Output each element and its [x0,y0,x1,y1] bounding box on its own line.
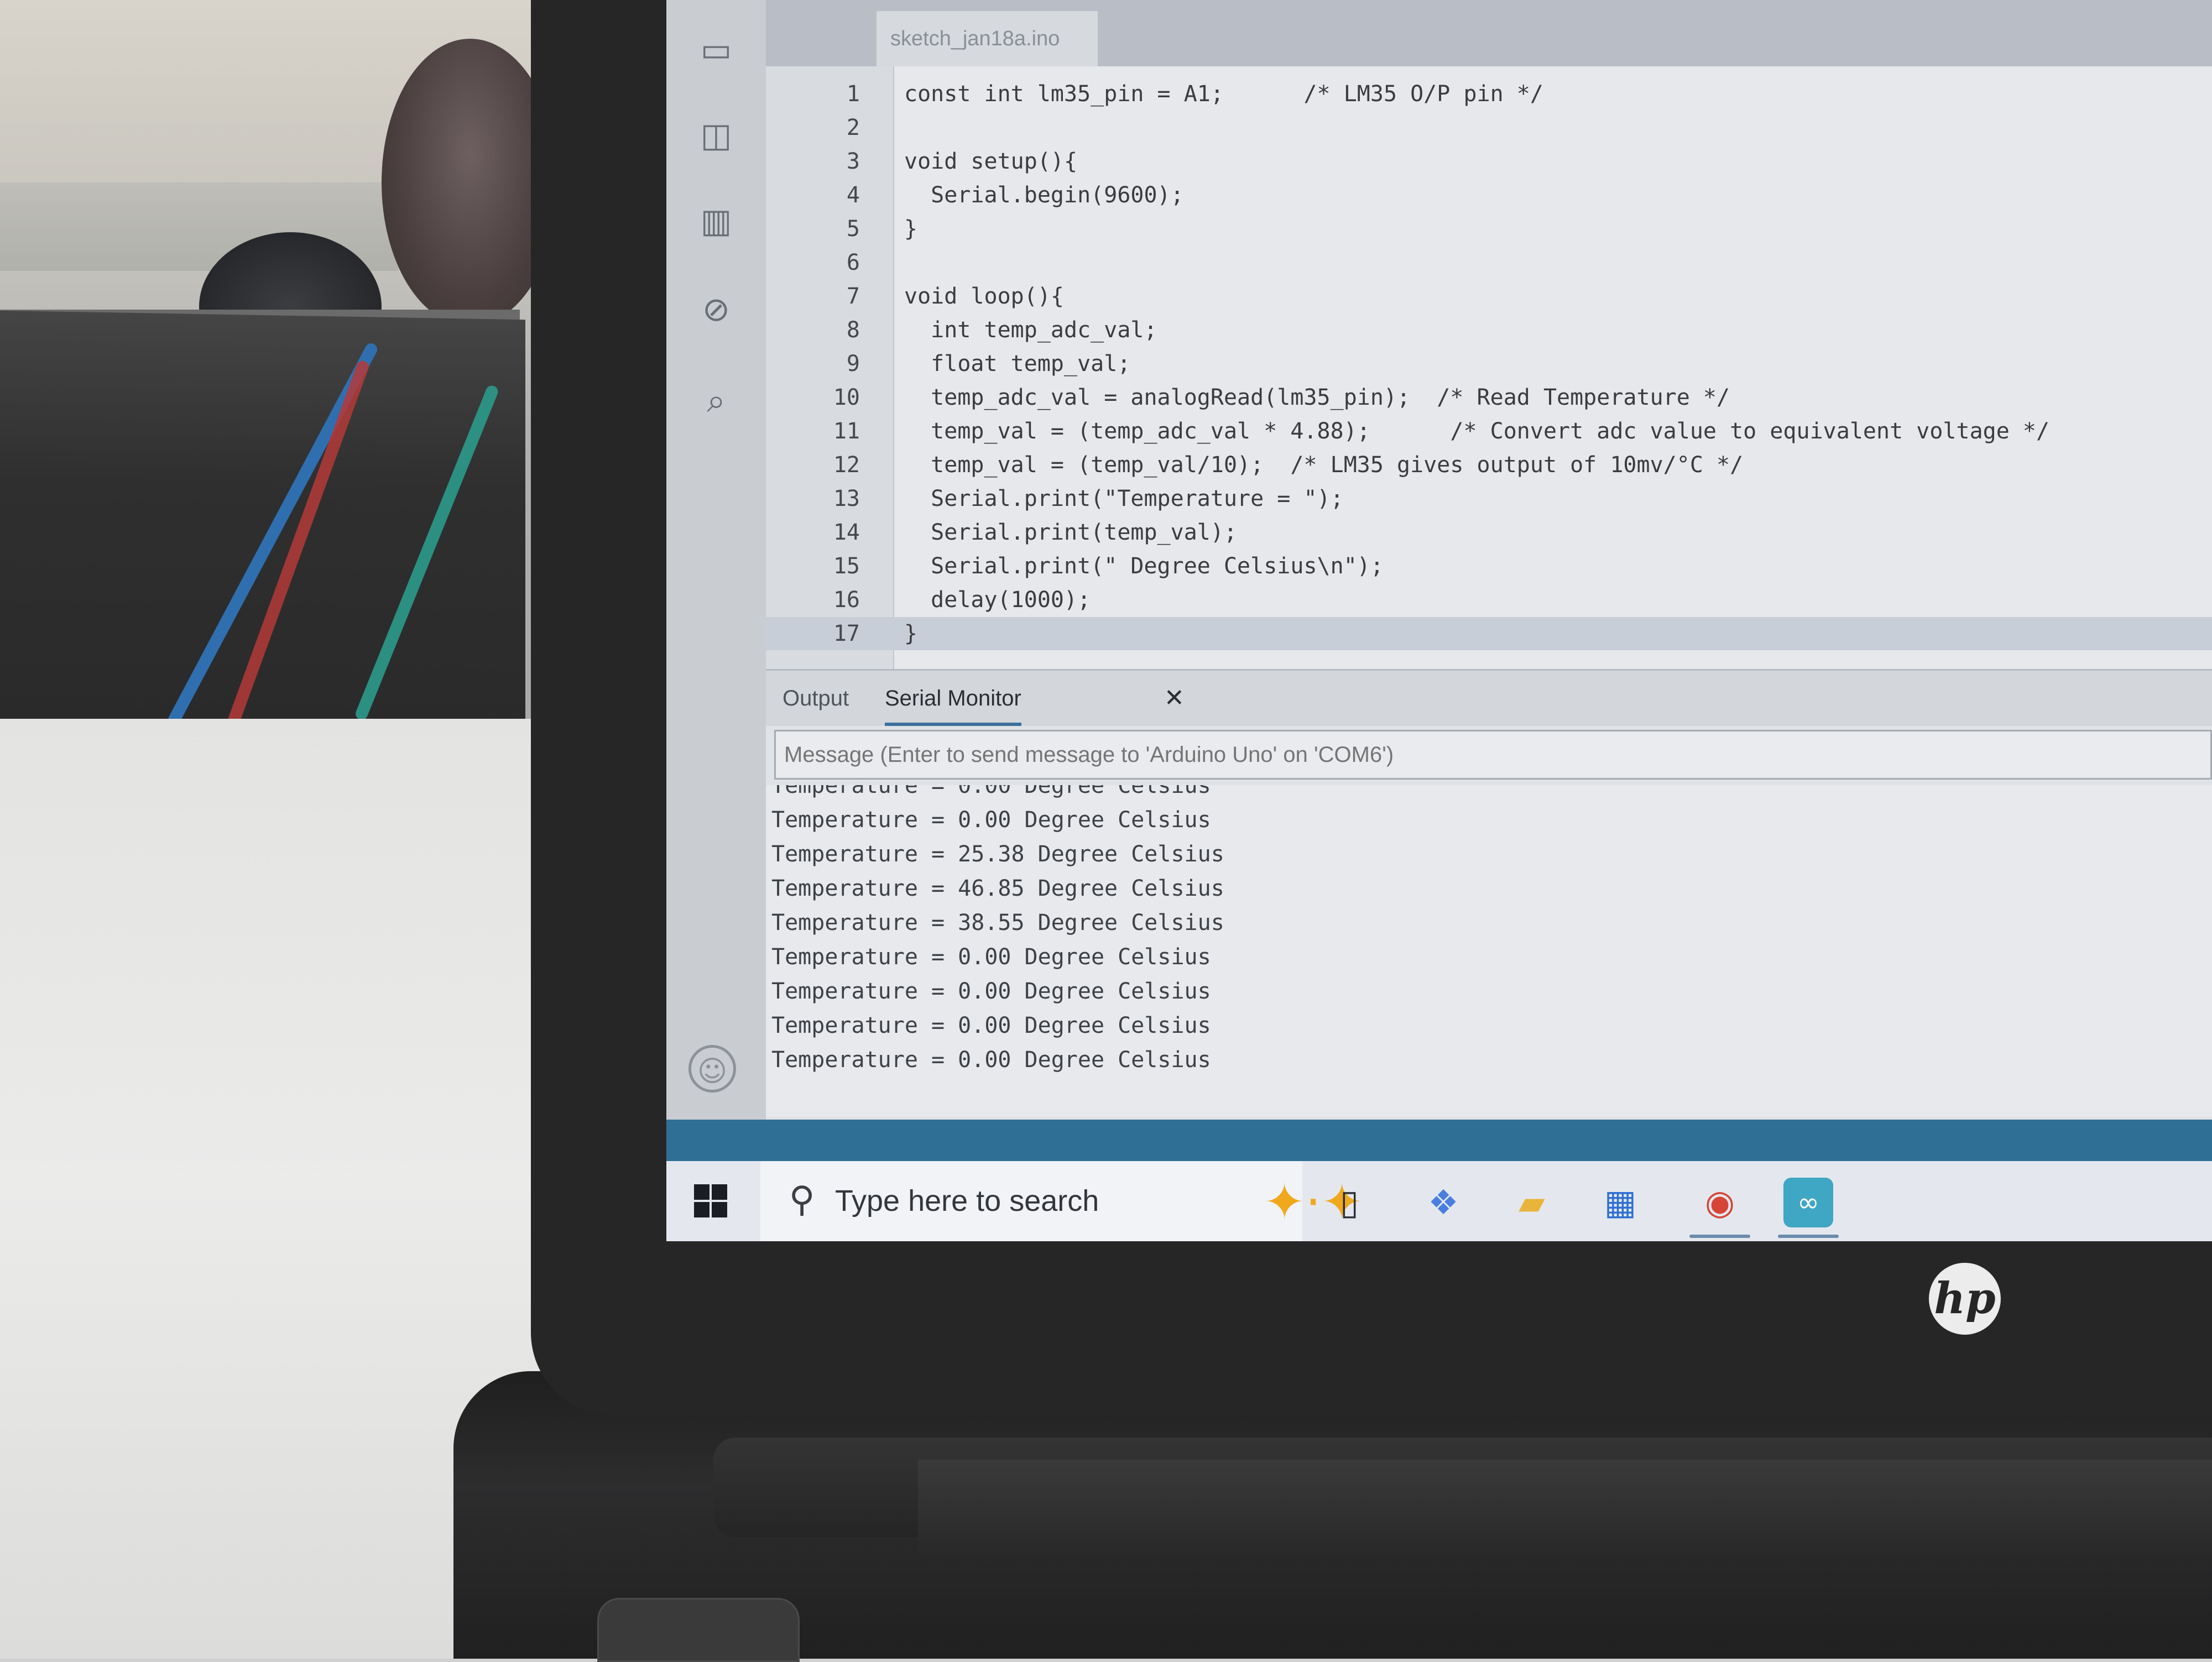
copilot-icon[interactable]: ❖ [1418,1178,1468,1227]
code-line[interactable]: 17} [766,617,2212,650]
code-line[interactable]: 14 Serial.print(temp_val); [766,516,2212,549]
taskbar-search-box[interactable]: ⚲ Type here to search ✦·✦ [760,1161,1363,1241]
code-text: } [904,621,918,646]
serial-output-line: Temperature = 0.00 Degree Celsius [771,1013,1211,1038]
code-text: int temp_adc_val; [904,317,1157,343]
microsoft-store-icon[interactable]: ▦ [1595,1178,1645,1227]
chrome-icon[interactable]: ◉ [1695,1178,1745,1227]
serial-output-line: Temperature = 0.00 Degree Celsius [771,785,1211,798]
windows-start-icon[interactable] [694,1184,727,1217]
serial-output-line: Temperature = 0.00 Degree Celsius [771,979,1211,1004]
line-number: 1 [846,81,860,107]
line-number: 3 [846,149,860,174]
code-line[interactable]: 2 [766,111,2212,144]
hp-logo: hp [1929,1263,2001,1335]
activity-bar: ▭ ◫ ▥ ⊘ ⌕ [666,0,766,1120]
serial-output-line: Temperature = 0.00 Degree Celsius [771,944,1211,970]
line-number: 12 [833,452,860,478]
code-line[interactable]: 10 temp_adc_val = analogRead(lm35_pin); … [766,381,2212,414]
line-number: 5 [846,216,860,242]
code-line[interactable]: 11 temp_val = (temp_adc_val * 4.88); /* … [766,415,2212,448]
code-line[interactable]: 6 [766,246,2212,279]
line-number: 2 [846,115,860,140]
code-line[interactable]: 3 void setup(){ [766,145,2212,178]
line-number: 14 [833,520,860,545]
line-number: 9 [846,351,860,377]
arduino-ide-icon[interactable]: ∞ [1783,1178,1833,1227]
line-number: 4 [846,182,860,208]
search-icon[interactable]: ⌕ [697,381,735,420]
code-text: temp_adc_val = analogRead(lm35_pin); /* … [904,385,1730,410]
code-text: Serial.print("Temperature = "); [904,486,1344,511]
code-line[interactable]: 12 temp_val = (temp_val/10); /* LM35 giv… [766,448,2212,482]
code-text: float temp_val; [904,351,1131,377]
boards-manager-icon[interactable]: ◫ [697,116,735,155]
laptop-hinge-cap [918,1460,2212,1554]
folder-icon[interactable]: ▭ [697,30,735,69]
serial-monitor-output: Temperature = 0.00 Degree Celsius Tempera… [766,785,2212,1117]
serial-output-line: Temperature = 25.38 Degree Celsius [771,842,1224,867]
editor-tab-strip: sketch_jan18a.ino [766,0,2212,66]
line-number: 16 [833,587,860,613]
code-editor[interactable]: 1 const int lm35_pin = A1; /* LM35 O/P pi… [766,66,2212,669]
library-manager-icon[interactable]: ▥ [697,202,735,241]
chrome-running-indicator [1689,1235,1750,1238]
file-tab[interactable]: sketch_jan18a.ino [877,11,1098,66]
task-view-icon[interactable]: ▯ [1324,1178,1374,1227]
line-number: 17 [833,621,860,646]
code-line[interactable]: 7 void loop(){ [766,280,2212,313]
code-text: void setup(){ [904,149,1078,174]
code-line[interactable]: 5} [766,212,2212,245]
windows-taskbar: ⚲ Type here to search ✦·✦ ▯ ❖ ▰ ▦ ◉ ∞ [666,1161,2212,1241]
tab-output[interactable]: Output [782,671,849,726]
code-line[interactable]: 1 const int lm35_pin = A1; /* LM35 O/P pi… [766,77,2212,111]
code-text: } [904,216,918,242]
line-number: 6 [846,250,860,275]
code-line[interactable]: 13 Serial.print("Temperature = "); [766,482,2212,515]
line-number: 8 [846,317,860,343]
background-box [0,310,525,740]
line-number: 7 [846,284,860,309]
code-text: const int lm35_pin = A1; /* LM35 O/P pin… [904,81,1543,107]
account-icon[interactable]: ☺ [688,1045,736,1093]
code-text: void loop(){ [904,284,1064,309]
serial-message-input[interactable] [774,730,2212,780]
bottom-panel-tabs: Output Serial Monitor ✕ [766,669,2212,726]
code-text: temp_val = (temp_adc_val * 4.88); /* Con… [904,419,2050,444]
arduino-running-indicator [1778,1235,1839,1238]
code-text: Serial.print(" Degree Celsius\n"); [904,553,1384,579]
code-line[interactable]: 8 int temp_adc_val; [766,313,2212,347]
close-icon[interactable]: ✕ [1164,671,1185,726]
serial-output-line: Temperature = 0.00 Degree Celsius [771,1047,1211,1073]
tab-serial-monitor[interactable]: Serial Monitor [885,671,1021,726]
serial-output-line: Temperature = 0.00 Degree Celsius [771,807,1211,833]
line-number: 11 [833,419,860,444]
line-number: 13 [833,486,860,511]
debug-icon[interactable]: ⊘ [697,290,735,329]
serial-output-line: Temperature = 46.85 Degree Celsius [771,876,1224,901]
line-number: 10 [833,385,860,410]
arduino-ide-window: ▭ ◫ ▥ ⊘ ⌕ sketch_jan18a.ino 1 const int l… [666,0,2212,1120]
code-text: Serial.begin(9600); [904,182,1184,208]
search-placeholder: Type here to search [835,1184,1099,1217]
file-explorer-icon[interactable]: ▰ [1507,1178,1557,1227]
code-text: delay(1000); [904,587,1091,613]
status-bar [666,1120,2212,1161]
code-text: Serial.print(temp_val); [904,520,1238,545]
serial-output-line: Temperature = 38.55 Degree Celsius [771,910,1224,935]
code-line[interactable]: 4 Serial.begin(9600); [766,179,2212,212]
code-line[interactable]: 16 delay(1000); [766,583,2212,616]
line-number: 15 [833,553,860,579]
code-text: temp_val = (temp_val/10); /* LM35 gives … [904,452,1744,478]
code-line[interactable]: 15 Serial.print(" Degree Celsius\n"); [766,550,2212,583]
laptop-screen: ▭ ◫ ▥ ⊘ ⌕ sketch_jan18a.ino 1 const int l… [666,0,2212,1241]
search-icon: ⚲ [789,1179,815,1220]
code-line[interactable]: 9 float temp_val; [766,347,2212,380]
laptop-foot [597,1598,800,1662]
